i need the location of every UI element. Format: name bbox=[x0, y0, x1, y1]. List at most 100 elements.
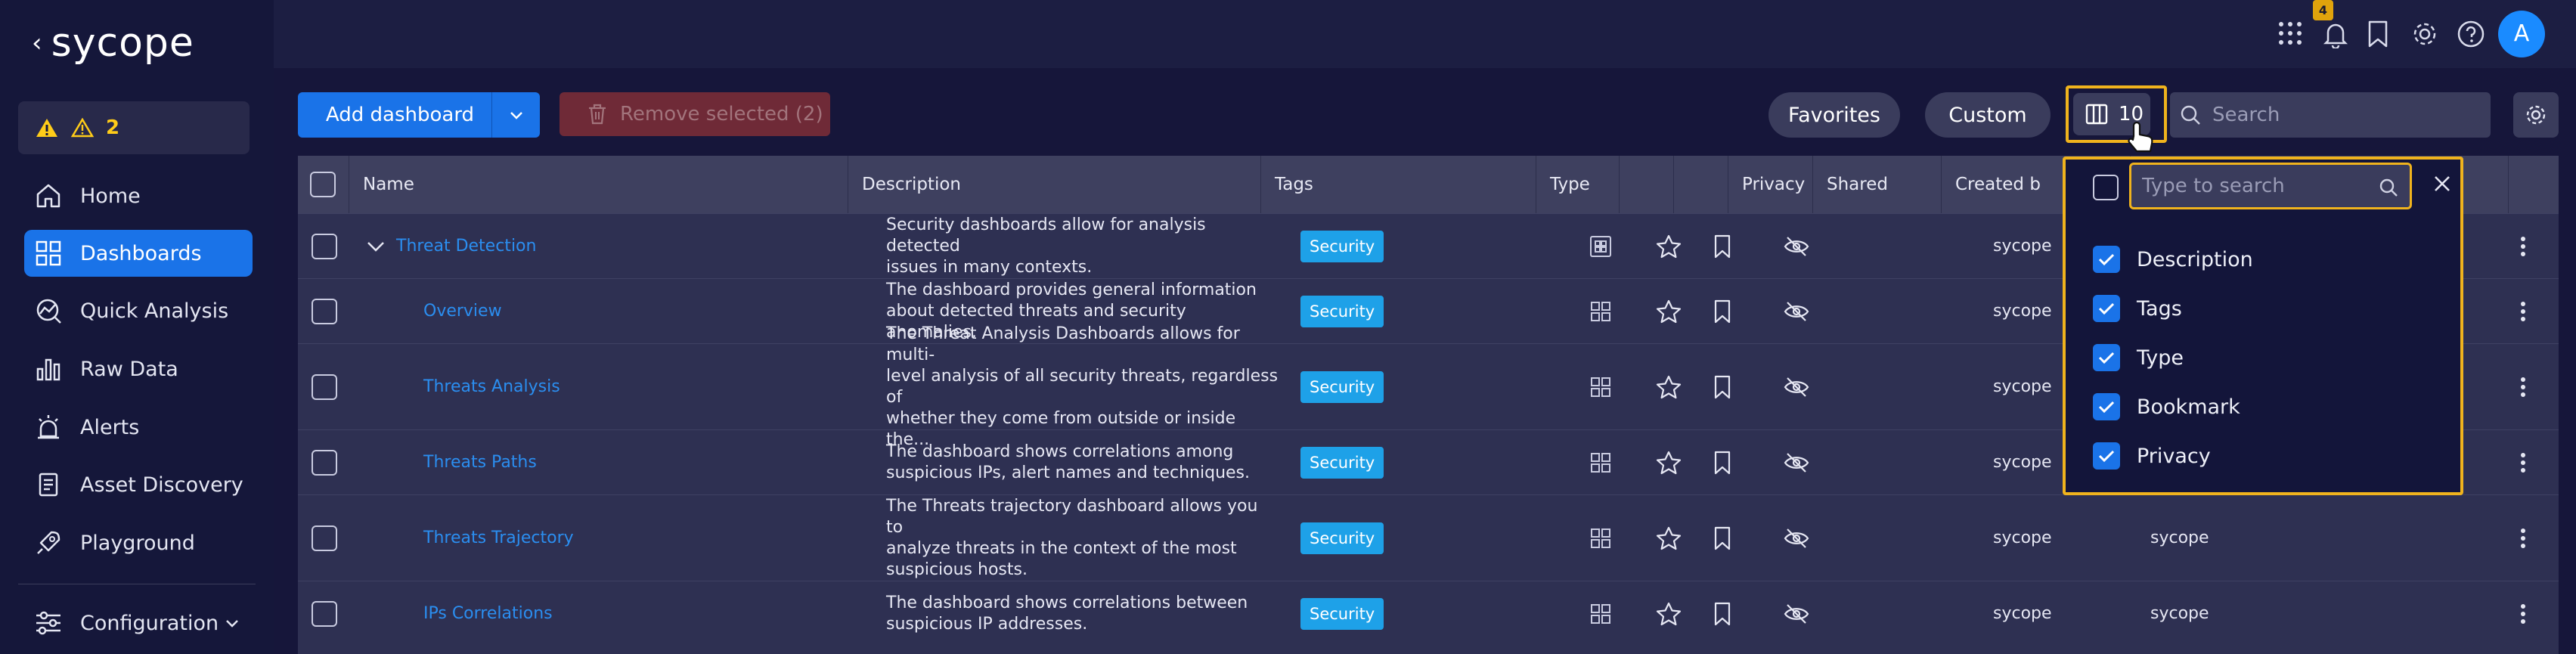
sidebar-item-dashboards[interactable]: Dashboards bbox=[24, 230, 253, 277]
more-vertical-icon[interactable] bbox=[2519, 527, 2527, 550]
select-all-checkbox[interactable] bbox=[310, 172, 336, 197]
checkmark-icon bbox=[2098, 253, 2115, 266]
private-eye-icon bbox=[1784, 603, 1809, 624]
remove-selected-label: Remove selected (2) bbox=[620, 103, 823, 126]
row-checkbox[interactable] bbox=[312, 233, 337, 259]
row-checkbox[interactable] bbox=[312, 298, 337, 324]
column-option-bookmark[interactable]: Bookmark bbox=[2093, 393, 2240, 420]
sidebar-item-alerts[interactable]: Alerts bbox=[24, 404, 253, 451]
column-header-tags[interactable]: Tags bbox=[1261, 156, 1536, 213]
column-search-field[interactable] bbox=[2129, 163, 2412, 209]
checkbox-checked[interactable] bbox=[2093, 246, 2120, 273]
dashboard-name-link[interactable]: Overview bbox=[423, 302, 502, 321]
close-icon[interactable] bbox=[2432, 173, 2453, 194]
table-settings-button[interactable] bbox=[2513, 92, 2559, 138]
star-icon[interactable] bbox=[1656, 299, 1682, 324]
chevron-down-icon[interactable] bbox=[366, 239, 386, 254]
column-option-type[interactable]: Type bbox=[2093, 344, 2184, 371]
tag-badge[interactable]: Security bbox=[1300, 522, 1384, 554]
row-checkbox[interactable] bbox=[312, 373, 337, 400]
sidebar: ‹ sycope 2 Home Dashboards Quick Analysi… bbox=[0, 0, 274, 654]
created-by-value: sycope bbox=[1993, 302, 2052, 321]
bookmark-icon[interactable] bbox=[1713, 602, 1731, 626]
checkbox-checked[interactable] bbox=[2093, 295, 2120, 322]
column-header-name[interactable]: Name bbox=[349, 156, 848, 213]
bookmark-icon[interactable] bbox=[1713, 299, 1731, 324]
checkmark-icon bbox=[2098, 352, 2115, 364]
sidebar-item-label: Home bbox=[80, 184, 141, 208]
row-checkbox[interactable] bbox=[312, 525, 337, 551]
dashboard-grid-icon bbox=[1591, 301, 1610, 321]
dashboard-name-link[interactable]: IPs Correlations bbox=[423, 604, 553, 623]
search-input[interactable] bbox=[2212, 104, 2485, 126]
row-checkbox[interactable] bbox=[312, 449, 337, 476]
checkbox-checked[interactable] bbox=[2093, 442, 2120, 470]
favorites-filter-button[interactable]: Favorites bbox=[1768, 92, 1900, 138]
add-dashboard-button[interactable]: Add dashboard bbox=[298, 92, 540, 138]
description-line: analyze threats in the context of the mo… bbox=[886, 538, 1237, 558]
row-checkbox[interactable] bbox=[312, 600, 337, 627]
bookmark-icon[interactable] bbox=[1713, 375, 1731, 399]
dashboard-name-link[interactable]: Threats Trajectory bbox=[423, 528, 574, 547]
add-dashboard-menu-toggle[interactable] bbox=[491, 92, 540, 138]
tag-badge[interactable]: Security bbox=[1300, 597, 1384, 630]
table-row[interactable]: Threats Trajectory The Threats trajector… bbox=[298, 494, 2559, 581]
remove-selected-button[interactable]: Remove selected (2) bbox=[560, 92, 830, 136]
star-icon[interactable] bbox=[1656, 375, 1682, 399]
sidebar-item-label: Alerts bbox=[80, 415, 140, 439]
sidebar-item-configuration[interactable]: Configuration bbox=[24, 600, 253, 646]
custom-filter-button[interactable]: Custom bbox=[1925, 92, 2051, 138]
checkbox-checked[interactable] bbox=[2093, 344, 2120, 371]
dashboard-name-link[interactable]: Threats Analysis bbox=[423, 377, 560, 396]
avatar[interactable]: A bbox=[2498, 11, 2545, 57]
sidebar-item-playground[interactable]: Playground bbox=[24, 519, 253, 566]
more-vertical-icon[interactable] bbox=[2519, 235, 2527, 258]
help-icon[interactable] bbox=[2457, 20, 2485, 48]
table-row[interactable]: IPs Correlations The dashboard shows cor… bbox=[298, 581, 2559, 646]
star-icon[interactable] bbox=[1656, 602, 1682, 626]
gear-icon bbox=[2526, 105, 2546, 125]
dashboard-name-link[interactable]: Threat Detection bbox=[396, 237, 536, 256]
sidebar-item-asset-discovery[interactable]: Asset Discovery bbox=[24, 461, 253, 508]
column-search-input[interactable] bbox=[2142, 175, 2361, 197]
bookmark-icon[interactable] bbox=[2367, 20, 2389, 48]
alerts-summary-badge[interactable]: 2 bbox=[18, 101, 250, 154]
column-option-privacy[interactable]: Privacy bbox=[2093, 442, 2211, 470]
star-icon[interactable] bbox=[1656, 451, 1682, 475]
column-header-type[interactable]: Type bbox=[1536, 156, 1620, 213]
sidebar-item-raw-data[interactable]: Raw Data bbox=[24, 346, 253, 392]
back-chevron-icon[interactable]: ‹ bbox=[32, 28, 42, 58]
column-header-description[interactable]: Description bbox=[848, 156, 1261, 213]
sidebar-item-label: Configuration bbox=[80, 611, 219, 635]
column-option-tags[interactable]: Tags bbox=[2093, 295, 2182, 322]
column-header-privacy[interactable]: Privacy bbox=[1728, 156, 1813, 213]
apps-grid-icon[interactable] bbox=[2277, 20, 2304, 47]
tag-badge[interactable]: Security bbox=[1300, 370, 1384, 403]
bell-icon[interactable] bbox=[2323, 20, 2348, 48]
dashboard-name-link[interactable]: Threats Paths bbox=[423, 453, 537, 472]
more-vertical-icon[interactable] bbox=[2519, 300, 2527, 323]
checkbox-checked[interactable] bbox=[2093, 393, 2120, 420]
tag-badge[interactable]: Security bbox=[1300, 446, 1384, 479]
warning-icon bbox=[36, 119, 57, 137]
tag-badge[interactable]: Security bbox=[1300, 230, 1384, 262]
star-icon[interactable] bbox=[1656, 526, 1682, 550]
search-field[interactable] bbox=[2170, 92, 2491, 138]
column-header-shared[interactable]: Shared bbox=[1813, 156, 1942, 213]
bookmark-icon[interactable] bbox=[1713, 526, 1731, 550]
gear-icon[interactable] bbox=[2410, 20, 2439, 48]
column-option-label: Type bbox=[2137, 346, 2184, 370]
sidebar-item-quick-analysis[interactable]: Quick Analysis bbox=[24, 287, 253, 334]
column-option-description[interactable]: Description bbox=[2093, 246, 2253, 273]
bookmark-icon[interactable] bbox=[1713, 234, 1731, 259]
tag-badge[interactable]: Security bbox=[1300, 295, 1384, 327]
sidebar-item-home[interactable]: Home bbox=[24, 172, 253, 219]
more-vertical-icon[interactable] bbox=[2519, 603, 2527, 625]
star-icon[interactable] bbox=[1656, 234, 1682, 259]
select-all-columns-checkbox[interactable] bbox=[2093, 175, 2119, 200]
more-vertical-icon[interactable] bbox=[2519, 376, 2527, 398]
more-vertical-icon[interactable] bbox=[2519, 451, 2527, 474]
logo[interactable]: ‹ sycope bbox=[32, 17, 194, 70]
bookmark-icon[interactable] bbox=[1713, 451, 1731, 475]
dashboard-grid-icon bbox=[1591, 452, 1610, 473]
